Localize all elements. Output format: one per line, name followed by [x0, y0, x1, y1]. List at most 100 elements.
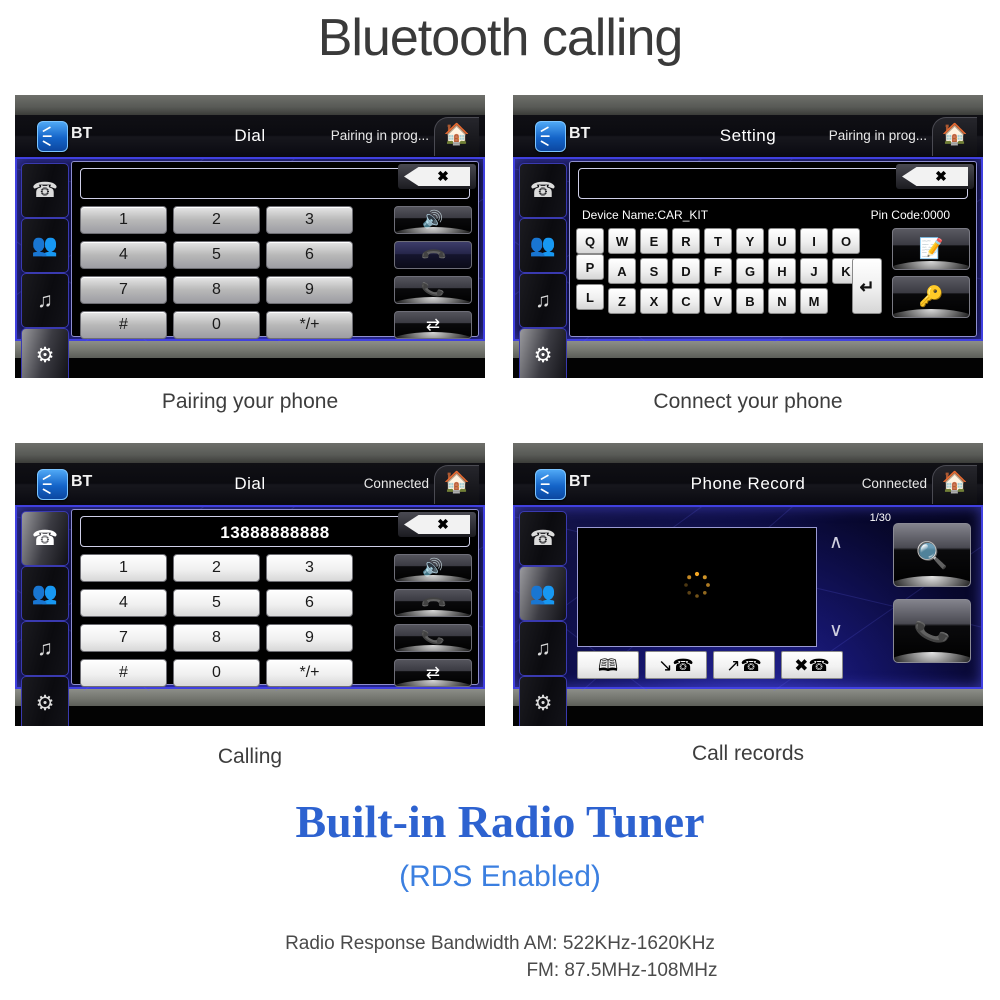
sidebar-item-phone[interactable]: ☎: [519, 511, 567, 566]
keypad-key[interactable]: 6: [266, 241, 353, 269]
keypad-key[interactable]: 8: [173, 624, 260, 652]
audio-transfer-button[interactable]: 🔊: [394, 206, 472, 234]
keypad-key[interactable]: 7: [80, 276, 167, 304]
sidebar-item-contacts[interactable]: 👥: [21, 566, 69, 621]
header-status: Connected: [861, 476, 927, 491]
sidebar-item-contacts[interactable]: 👥: [519, 566, 567, 621]
sidebar-item-settings[interactable]: ⚙: [21, 676, 69, 726]
home-button[interactable]: 🏠: [932, 465, 977, 504]
key-a[interactable]: A: [608, 258, 636, 284]
home-button[interactable]: 🏠: [434, 117, 479, 156]
keypad-key[interactable]: 1: [80, 206, 167, 234]
delete-button[interactable]: ✖: [398, 164, 476, 189]
key-q[interactable]: Q: [576, 228, 604, 254]
header-status: Connected: [363, 476, 429, 491]
sidebar-item-phone[interactable]: ☎: [519, 163, 567, 218]
call-button[interactable]: 📞: [893, 599, 971, 663]
answer-call-button[interactable]: 📞: [394, 276, 472, 304]
chevron-up-icon[interactable]: ∧: [821, 531, 851, 554]
key-x[interactable]: X: [640, 288, 668, 314]
phonebook-button[interactable]: 🕮: [577, 651, 639, 679]
answer-call-button[interactable]: 📞: [394, 624, 472, 652]
keypad-key[interactable]: 5: [173, 241, 260, 269]
sidebar-item-bt-music[interactable]: ♫: [519, 621, 567, 676]
record-list[interactable]: [577, 527, 817, 647]
sidebar-item-phone[interactable]: ☎: [21, 163, 69, 218]
swap-audio-button[interactable]: ⇄: [394, 659, 472, 687]
key-d[interactable]: D: [672, 258, 700, 284]
keypad-key[interactable]: #: [80, 311, 167, 339]
keypad-key[interactable]: 3: [266, 554, 353, 582]
key-h[interactable]: H: [768, 258, 796, 284]
keypad-key[interactable]: 7: [80, 624, 167, 652]
key-m[interactable]: M: [800, 288, 828, 314]
keypad-key[interactable]: 8: [173, 276, 260, 304]
sidebar-item-bt-music[interactable]: ♫: [519, 273, 567, 328]
keypad-key[interactable]: 9: [266, 276, 353, 304]
sidebar-item-bt-music[interactable]: ♫: [21, 273, 69, 328]
header-bar: 🗧 BT Dial Pairing in prog...: [15, 115, 485, 157]
chevron-down-icon[interactable]: ∨: [821, 619, 851, 642]
sidebar-item-contacts[interactable]: 👥: [21, 218, 69, 273]
sidebar-item-contacts[interactable]: 👥: [519, 218, 567, 273]
key-z[interactable]: Z: [608, 288, 636, 314]
key-i[interactable]: I: [800, 228, 828, 254]
keypad-key[interactable]: 6: [266, 589, 353, 617]
sidebar-item-settings[interactable]: ⚙: [21, 328, 69, 378]
key-r[interactable]: R: [672, 228, 700, 254]
missed-calls-button[interactable]: ✖☎: [781, 651, 843, 679]
keypad-key[interactable]: 2: [173, 554, 260, 582]
sidebar-rail: ☎ 👥 ♫ ⚙: [21, 509, 69, 726]
keypad-key[interactable]: 4: [80, 589, 167, 617]
home-button[interactable]: 🏠: [434, 465, 479, 504]
search-button[interactable]: 🔍: [893, 523, 971, 587]
dial-keypad: 1 2 3 4 5 6 7 8 9 # 0 */+: [80, 206, 363, 346]
enter-key[interactable]: ↵: [852, 258, 882, 314]
keypad-key[interactable]: 0: [173, 659, 260, 687]
key-o[interactable]: O: [832, 228, 860, 254]
received-calls-button[interactable]: ↘☎: [645, 651, 707, 679]
content-pane-dial: 13888888888 ✖ 1 2 3 4 5 6 7 8 9 # 0 */+: [71, 509, 479, 687]
key-s[interactable]: S: [640, 258, 668, 284]
key-b[interactable]: B: [736, 288, 764, 314]
key-c[interactable]: C: [672, 288, 700, 314]
keypad-key[interactable]: 0: [173, 311, 260, 339]
keypad-key[interactable]: 4: [80, 241, 167, 269]
keypad-key[interactable]: */+: [266, 659, 353, 687]
delete-button[interactable]: ✖: [398, 512, 476, 537]
keypad-key[interactable]: 1: [80, 554, 167, 582]
sidebar-item-settings[interactable]: ⚙: [519, 676, 567, 726]
key-e[interactable]: E: [640, 228, 668, 254]
key-v[interactable]: V: [704, 288, 732, 314]
key-y[interactable]: Y: [736, 228, 764, 254]
content-pane-setting: ✖ Device Name:CAR_KIT Pin Code:0000 Q W …: [569, 161, 977, 337]
keypad-key[interactable]: 9: [266, 624, 353, 652]
edit-pin-code-button[interactable]: 🔑: [892, 276, 970, 318]
sidebar-item-phone[interactable]: ☎: [21, 511, 69, 566]
key-w[interactable]: W: [608, 228, 636, 254]
key-t[interactable]: T: [704, 228, 732, 254]
key-f[interactable]: F: [704, 258, 732, 284]
keypad-key[interactable]: 5: [173, 589, 260, 617]
screen-body: ☎ 👥 ♫ ⚙ 13888888888 ✖ 1 2 3 4 5 6 7 8 9 …: [15, 505, 485, 726]
sidebar-item-bt-music[interactable]: ♫: [21, 621, 69, 676]
keypad-key[interactable]: */+: [266, 311, 353, 339]
edit-device-name-button[interactable]: 📝: [892, 228, 970, 270]
keypad-key[interactable]: 2: [173, 206, 260, 234]
swap-audio-button[interactable]: ⇄: [394, 311, 472, 339]
keypad-key[interactable]: 3: [266, 206, 353, 234]
dialed-calls-button[interactable]: ↗☎: [713, 651, 775, 679]
keypad-key[interactable]: #: [80, 659, 167, 687]
end-call-button[interactable]: 📞: [394, 241, 472, 269]
key-n[interactable]: N: [768, 288, 796, 314]
key-g[interactable]: G: [736, 258, 764, 284]
key-u[interactable]: U: [768, 228, 796, 254]
sidebar-item-settings[interactable]: ⚙: [519, 328, 567, 378]
key-j[interactable]: J: [800, 258, 828, 284]
end-call-icon: 📞: [419, 241, 448, 269]
end-call-button[interactable]: 📞: [394, 589, 472, 617]
unit-panel-pairing: 🗧 BT Dial Pairing in prog... 🏠 ☎ 👥 ♫ ⚙ ✖…: [15, 95, 485, 378]
home-button[interactable]: 🏠: [932, 117, 977, 156]
delete-button[interactable]: ✖: [896, 164, 974, 189]
audio-transfer-button[interactable]: 🔊: [394, 554, 472, 582]
